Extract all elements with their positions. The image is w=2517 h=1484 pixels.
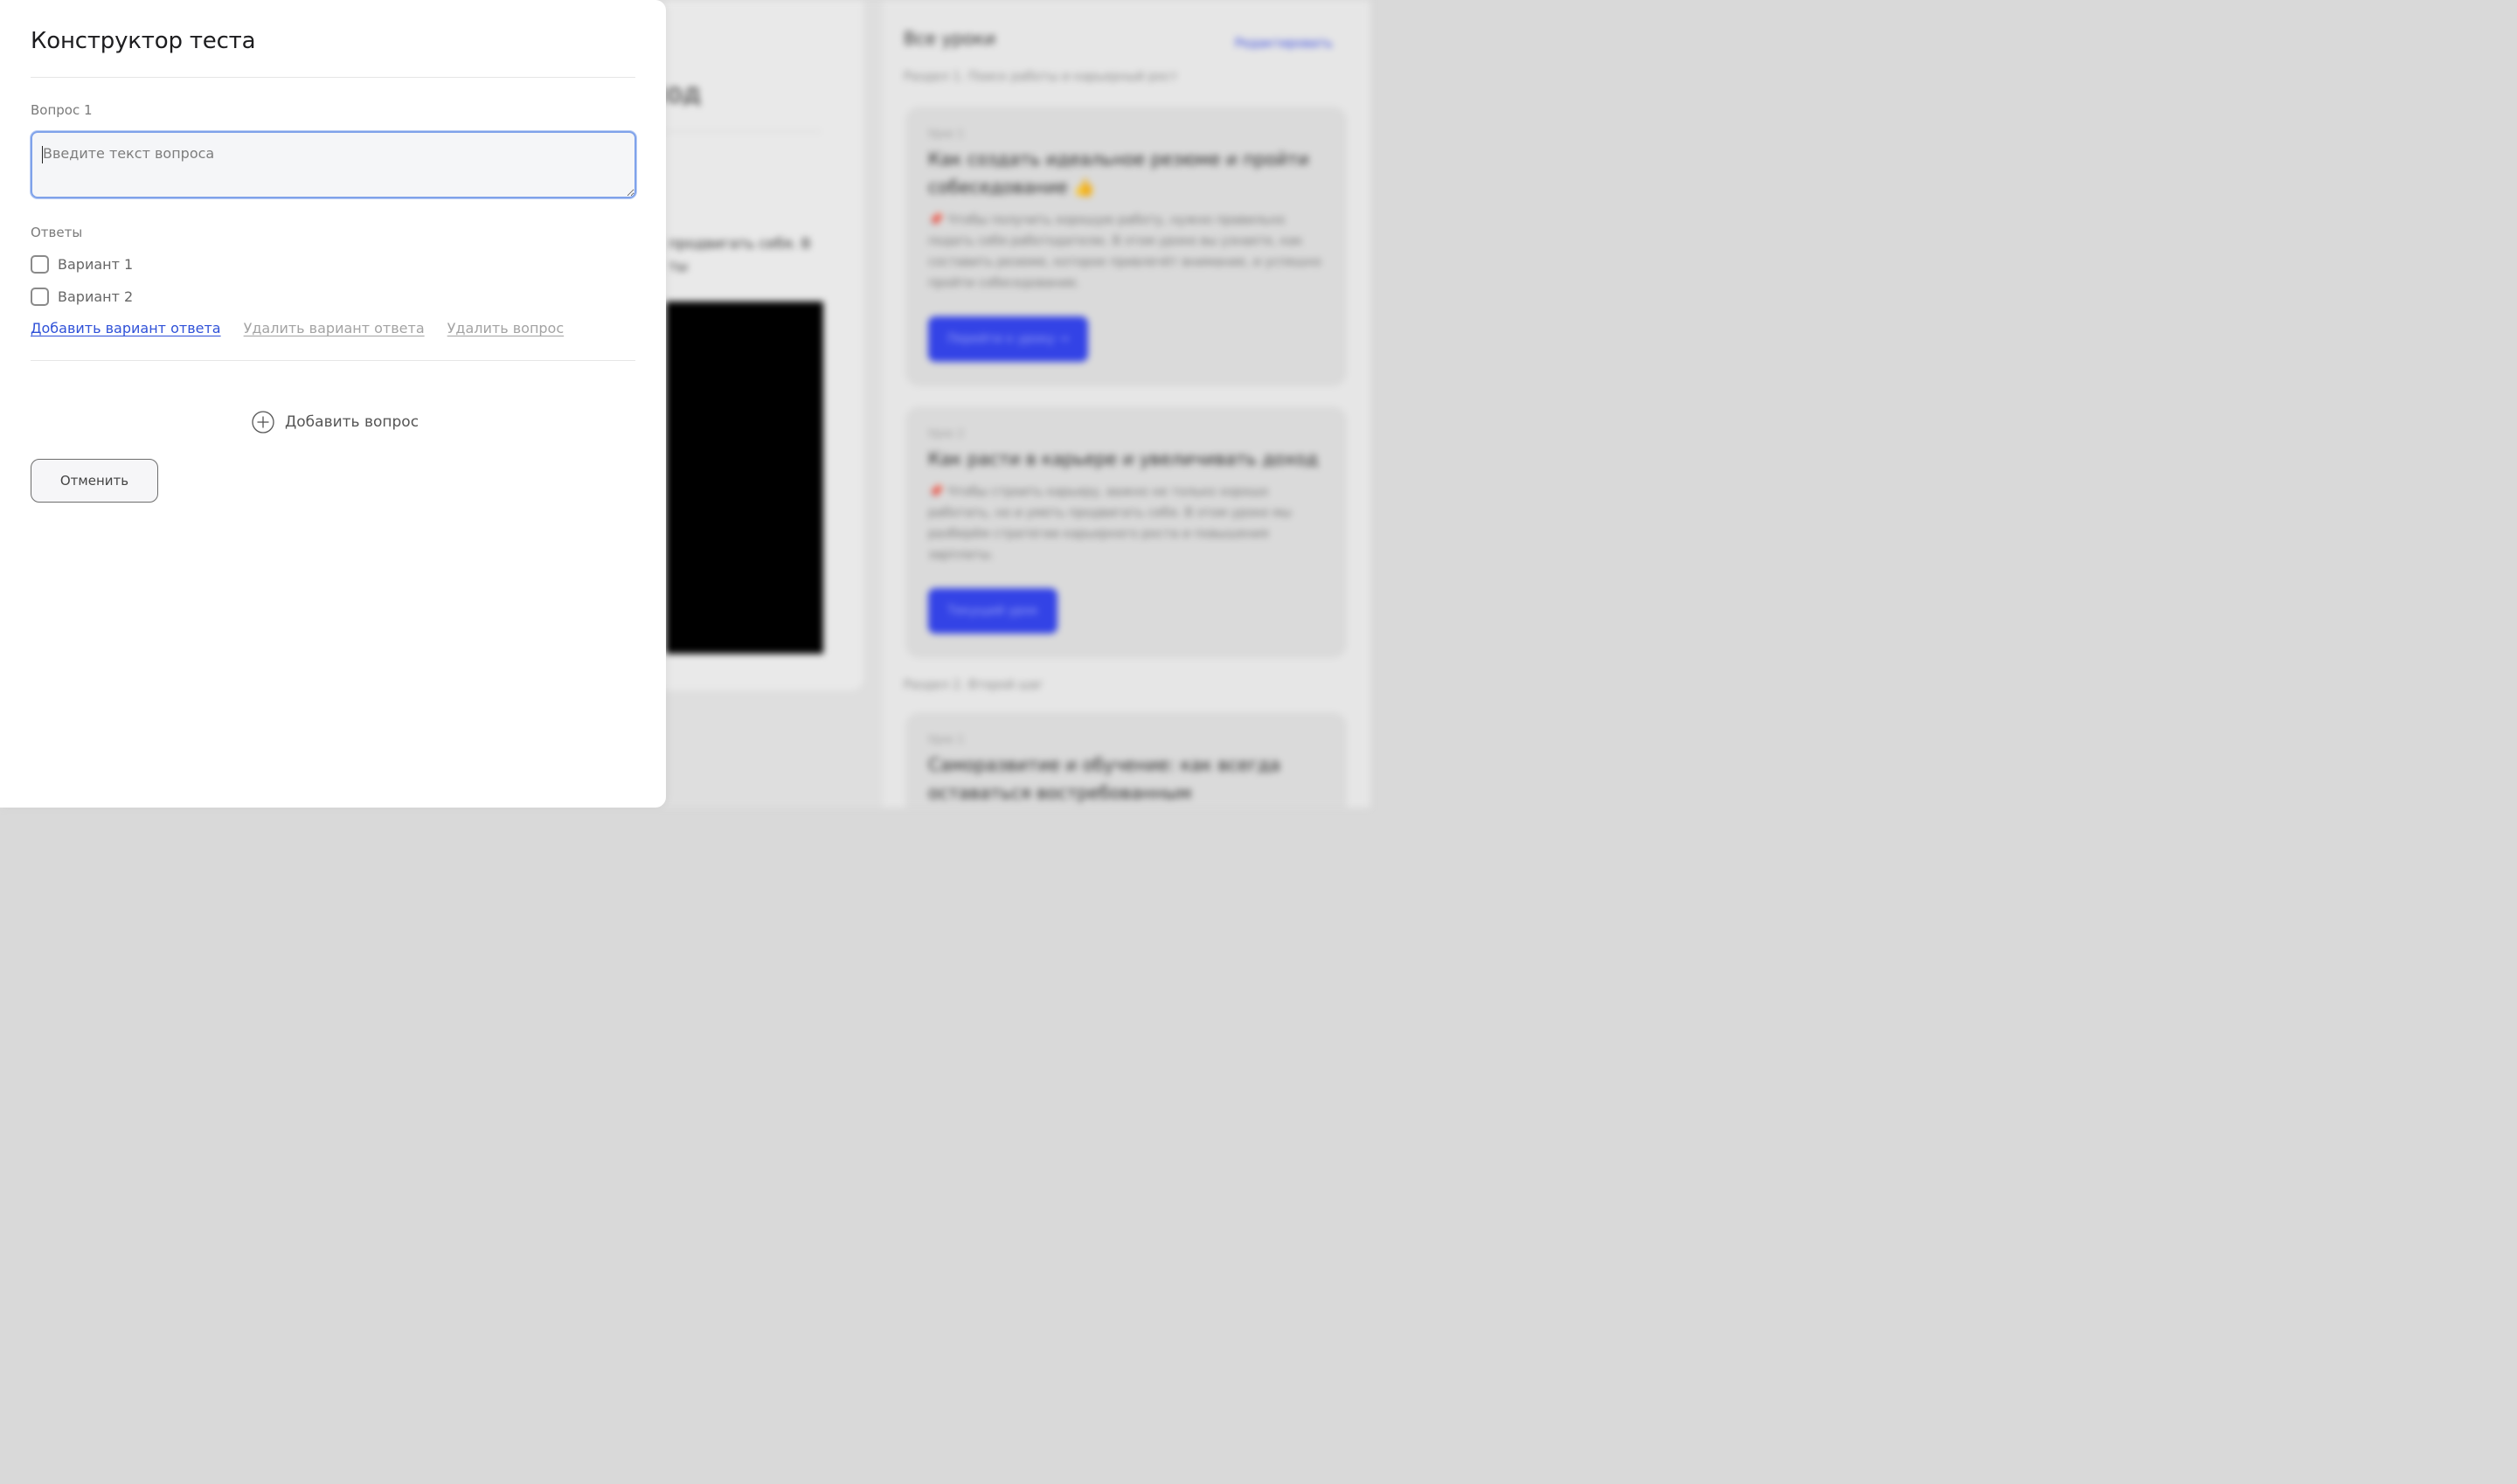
lesson-step: Урок 1 [928,128,964,140]
remove-question-link[interactable]: Удалить вопрос [447,320,565,336]
add-answer-link[interactable]: Добавить вариант ответа [31,320,221,336]
answer-checkbox[interactable] [31,288,49,306]
lesson-divider [664,131,822,132]
lesson-step: Урок 2 [928,427,964,440]
lessons-sidebar-title: Все уроки [904,28,996,49]
lesson-card: Урок 1 Как создать идеальное резюме и пр… [905,107,1347,386]
lesson-card-title: Саморазвитие и обучение: как всегда оста… [928,754,1281,803]
lesson-card: Урок 1 Саморазвитие и обучение: как всег… [905,712,1347,808]
answer-label: Вариант 2 [58,288,134,305]
header-divider [31,77,635,78]
answer-option: Вариант 2 [31,288,133,306]
current-lesson-button: Текущий урок [928,588,1057,634]
section-heading: Раздел 1. Поиск работы и карьерный рост [904,70,1178,84]
lesson-text: продвигать себя. В ты [669,235,811,274]
lesson-step: Урок 1 [928,733,964,745]
plus-circle-icon [252,411,274,433]
text-cursor [42,146,43,163]
answers-label: Ответы [31,225,83,240]
edit-lessons-link: Редактировать [1235,37,1333,51]
answer-option: Вариант 1 [31,255,133,274]
answer-checkbox[interactable] [31,255,49,274]
answer-label: Вариант 1 [58,256,134,273]
lesson-card-title: Как создать идеальное резюме и пройти со… [928,149,1309,198]
test-constructor-modal: Конструктор теста Вопрос 1 Ответы Вариан… [0,0,666,808]
add-question-label: Добавить вопрос [285,413,420,431]
add-question-button[interactable]: Добавить вопрос [252,411,419,433]
lesson-card-desc: 📌 Чтобы строить карьеру, важно не только… [928,485,1292,562]
section-heading: Раздел 2. Второй шаг [904,678,1044,692]
go-to-lesson-button: Перейти к уроку → [928,316,1089,362]
lesson-card-desc: 📌 Чтобы получить хорошую работу, нужно п… [928,213,1321,290]
question-label: Вопрос 1 [31,102,93,118]
question-divider [31,360,635,361]
lesson-card: Урок 2 Как расти в карьере и увеличивать… [905,406,1347,658]
question-text-input[interactable] [31,131,636,198]
lesson-card-title: Как расти в карьере и увеличивать доход [928,448,1319,469]
remove-answer-link[interactable]: Удалить вариант ответа [244,320,425,336]
cancel-button[interactable]: Отменить [31,459,158,503]
modal-title: Конструктор теста [31,28,256,54]
video-player [666,302,823,654]
question-actions: Добавить вариант ответа Удалить вариант … [31,320,564,336]
